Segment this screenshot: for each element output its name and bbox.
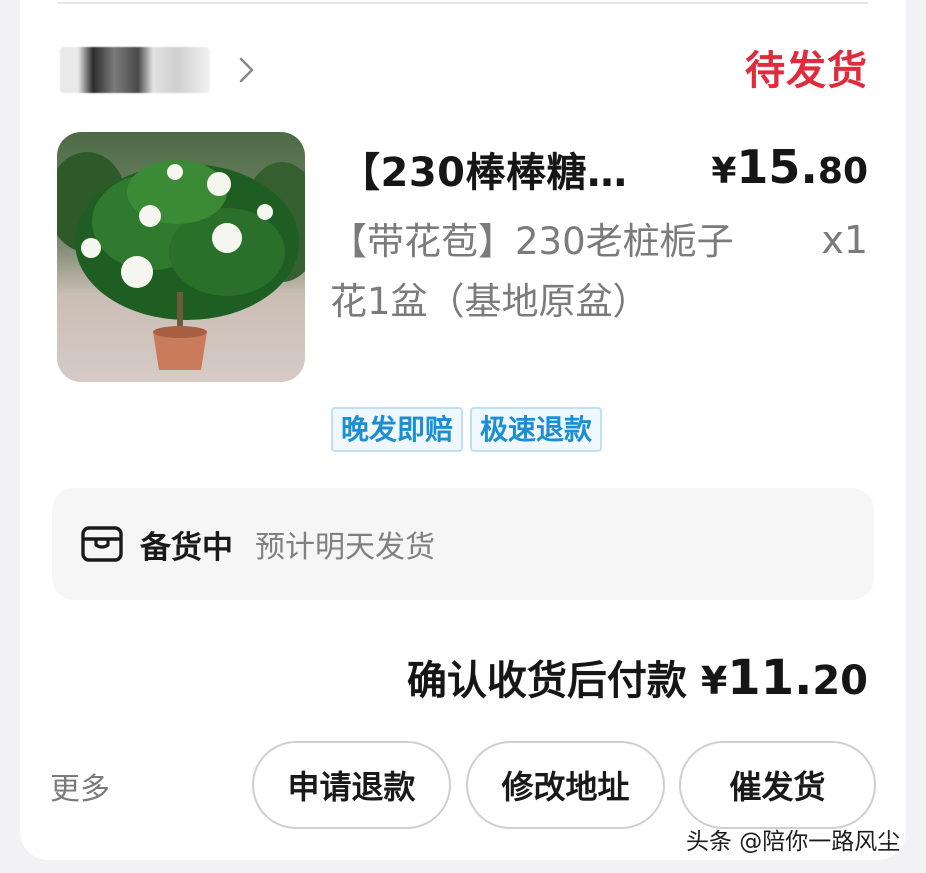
gardenia-plant-image <box>57 132 305 382</box>
shop-name-redacted <box>60 47 210 93</box>
logistics-status-bar[interactable]: 备货中 预计明天发货 <box>52 488 874 600</box>
payment-amount: ¥11.20 <box>701 650 868 706</box>
product-title[interactable]: 【230棒棒糖… <box>340 140 650 198</box>
product-image[interactable] <box>57 132 305 382</box>
product-quantity: x1 <box>821 218 868 262</box>
payment-decimal: 20 <box>812 658 868 704</box>
product-price: ¥15.80 <box>711 140 868 194</box>
service-tags: 晚发即赔 极速退款 <box>331 407 603 452</box>
product-spec: 【带花苞】230老桩栀子花1盆（基地原盆） <box>330 220 734 323</box>
order-status: 待发货 <box>745 48 868 94</box>
price-integer: 15. <box>736 140 818 194</box>
payment-currency: ¥ <box>700 659 728 703</box>
more-button[interactable]: 更多 <box>50 764 110 808</box>
payment-label: 确认收货后付款 <box>406 658 687 704</box>
payment-summary: 确认收货后付款 ¥11.20 <box>407 648 868 706</box>
tag-late-compensation: 晚发即赔 <box>331 407 464 452</box>
shop-link[interactable] <box>60 40 254 100</box>
urge-shipment-button[interactable]: 催发货 <box>679 741 876 829</box>
watermark: 头条 @陪你一路风尘 <box>686 829 901 855</box>
top-divider <box>58 2 868 4</box>
tag-fast-refund: 极速退款 <box>470 407 603 452</box>
chevron-right-icon <box>239 57 254 83</box>
modify-address-button[interactable]: 修改地址 <box>466 741 665 829</box>
apply-refund-button[interactable]: 申请退款 <box>252 741 451 829</box>
price-decimal: 80 <box>817 151 868 192</box>
logistics-title: 备货中 <box>140 529 233 566</box>
logistics-description: 预计明天发货 <box>255 530 435 565</box>
payment-integer: 11. <box>727 650 813 706</box>
price-currency: ¥ <box>711 151 737 192</box>
box-icon <box>81 526 123 562</box>
